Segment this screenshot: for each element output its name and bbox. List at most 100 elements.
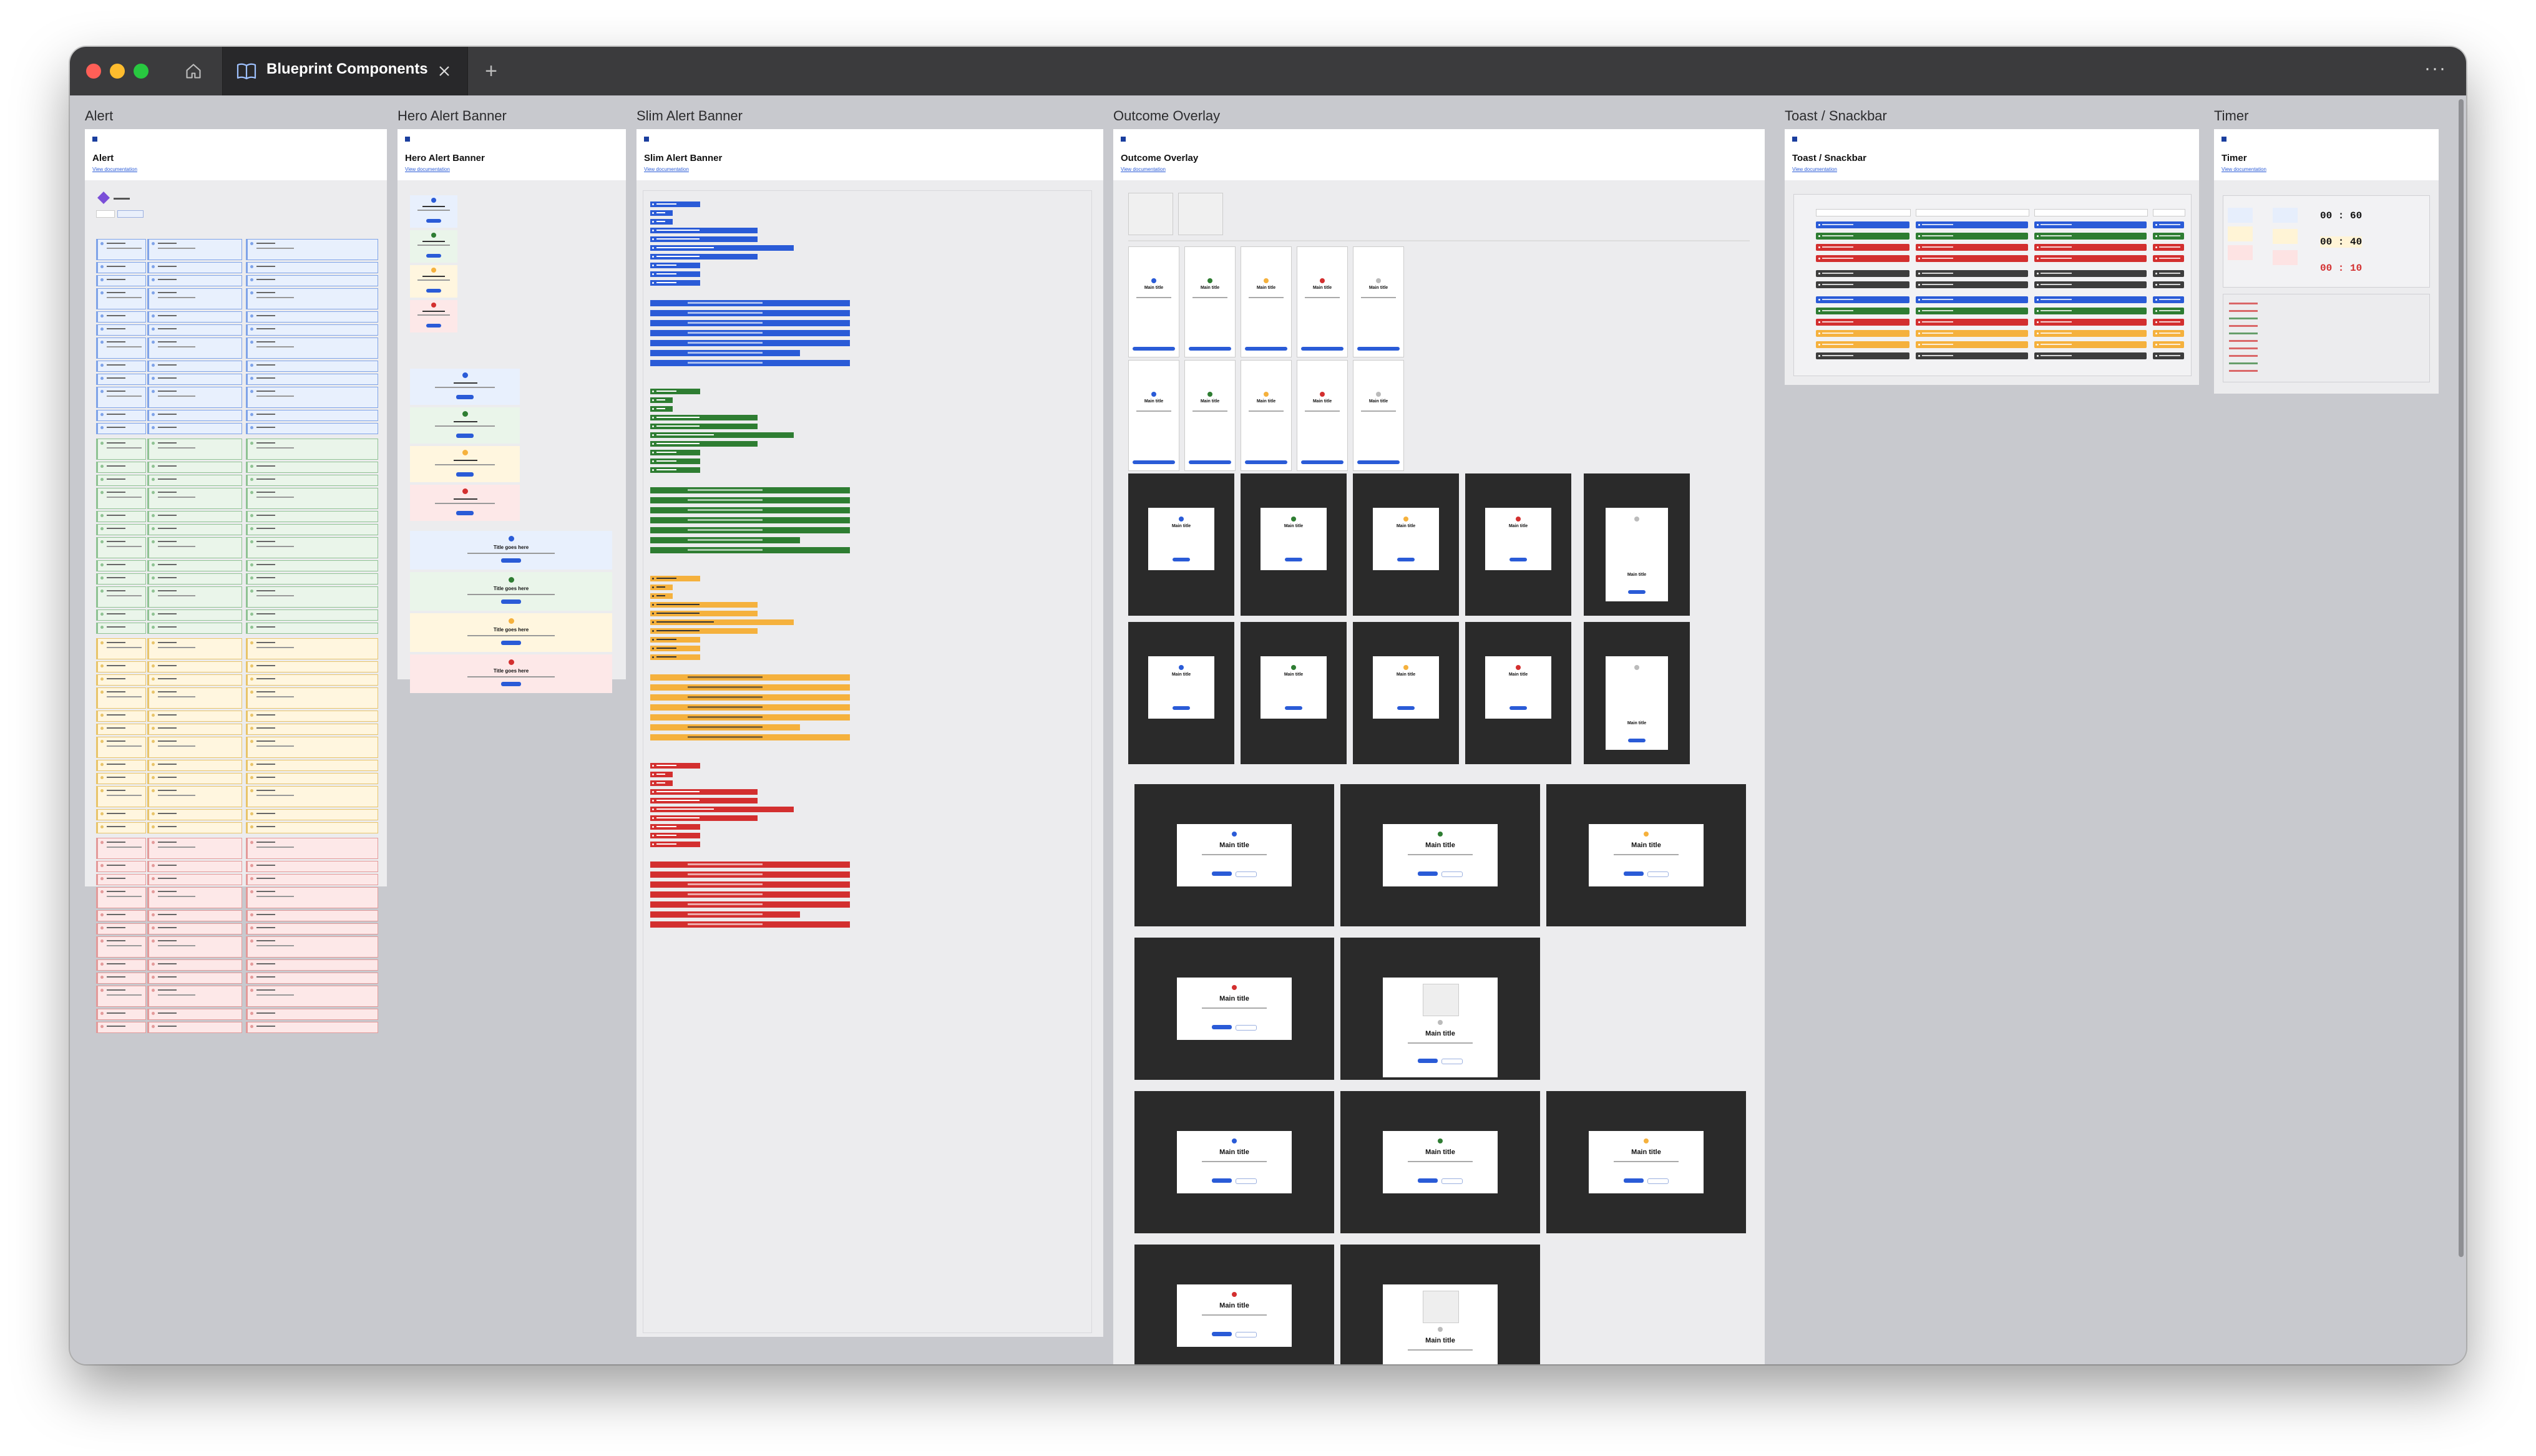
- alert-status-icon: [250, 576, 253, 580]
- frame-label-hero: Hero Alert Banner: [397, 108, 507, 124]
- alert-text-line: [158, 266, 177, 267]
- alert-text-line: [107, 364, 125, 366]
- alert-example: [96, 462, 146, 473]
- vertical-scrollbar[interactable]: [2459, 99, 2464, 1257]
- overlay-desktop-preview: Main title: [1340, 1245, 1540, 1364]
- doc-link[interactable]: View documentation: [405, 167, 450, 172]
- alert-example: [147, 986, 242, 1007]
- frame-timer[interactable]: Timer View documentation 00 : 60 00 : 40…: [2214, 129, 2439, 394]
- slim-banner: [650, 772, 673, 777]
- toast-text-line: [1822, 355, 1853, 356]
- timer-spec-line: [2229, 370, 2258, 372]
- variant-chip[interactable]: [117, 210, 144, 218]
- design-canvas[interactable]: Alert Alert View documentation Hero Aler…: [70, 95, 2466, 1364]
- status-icon: [1644, 1138, 1649, 1143]
- frame-hero-alert-banner[interactable]: Hero Alert Banner View documentation Tit…: [397, 129, 626, 693]
- new-tab-button[interactable]: +: [479, 59, 504, 84]
- hero-banner-medium: [410, 407, 520, 444]
- frame-title: Hero Alert Banner: [405, 153, 485, 163]
- minimize-window-button[interactable]: [110, 64, 125, 79]
- toast-icon: [1918, 284, 1920, 286]
- more-menu-button[interactable]: ···: [2419, 59, 2452, 84]
- alert-status-icon: [250, 740, 253, 743]
- alert-text-line: [107, 341, 125, 342]
- banner-icon: [652, 843, 654, 845]
- alert-example: [96, 838, 146, 859]
- frame-title: Outcome Overlay: [1121, 153, 1199, 163]
- toast-example: [2153, 244, 2184, 251]
- banner-text-line: [656, 273, 676, 274]
- home-button[interactable]: [179, 57, 208, 85]
- slim-banner: [650, 684, 850, 691]
- alert-text-line: [158, 865, 177, 866]
- doc-link[interactable]: View documentation: [2221, 167, 2266, 172]
- overlay-desktop-preview: Main title: [1546, 784, 1746, 926]
- alert-status-icon: [152, 527, 155, 530]
- toast-icon: [1918, 355, 1920, 357]
- alert-text-line: [256, 447, 294, 449]
- alert-text-line: [256, 1026, 275, 1027]
- alert-status-icon: [100, 390, 104, 393]
- alert-status-icon: [100, 426, 104, 429]
- mobile-overlay-preview: Main title: [1184, 246, 1236, 357]
- alert-text-line: [158, 1012, 177, 1014]
- alert-text-line: [107, 497, 142, 498]
- overlay-desktop-preview: Main title: [1134, 784, 1334, 926]
- toast-example: [2034, 255, 2147, 262]
- alert-status-icon: [152, 491, 155, 494]
- alert-status-icon: [100, 926, 104, 929]
- frame-slim-alert-banner[interactable]: Slim Alert Banner View documentation: [636, 129, 1103, 1337]
- banner-icon: [652, 639, 654, 641]
- title-bar: Blueprint Components + ···: [70, 47, 2466, 97]
- alert-text-line: [256, 248, 294, 249]
- banner-icon: [652, 782, 654, 784]
- toast-icon: [1818, 258, 1820, 260]
- slim-banner: [650, 921, 850, 928]
- alert-status-icon: [152, 691, 155, 694]
- body-text-line: [1305, 410, 1340, 412]
- banner-icon: [652, 808, 654, 810]
- variant-chip[interactable]: [96, 210, 115, 218]
- main-title: Main title: [1396, 524, 1416, 528]
- toast-example: [1916, 244, 2028, 251]
- frame-outcome-overlay[interactable]: Outcome Overlay View documentation Main …: [1113, 129, 1765, 1364]
- slim-banner: [650, 360, 850, 366]
- zoom-window-button[interactable]: [134, 64, 149, 79]
- timer-chip: [2273, 229, 2298, 244]
- alert-status-icon: [100, 364, 104, 367]
- tab-blueprint-components[interactable]: Blueprint Components: [222, 47, 468, 95]
- toast-text-line: [1822, 299, 1853, 300]
- toast-example: [2153, 341, 2184, 348]
- alert-text-line: [107, 590, 125, 591]
- alert-text-line: [158, 727, 177, 729]
- banner-icon: [652, 212, 654, 214]
- alert-text-line: [107, 745, 142, 747]
- doc-link[interactable]: View documentation: [644, 167, 689, 172]
- frame-alert[interactable]: Alert View documentation: [85, 129, 387, 1033]
- alert-text-line: [256, 315, 275, 316]
- doc-link[interactable]: View documentation: [92, 167, 137, 172]
- banner-button: [456, 434, 474, 438]
- overlay-dark-preview: Main title: [1465, 622, 1571, 764]
- close-tab-button[interactable]: [434, 61, 455, 82]
- slim-banner: [650, 497, 850, 503]
- toast-example: [2153, 352, 2184, 359]
- overlay-desktop-preview: Main title: [1546, 1091, 1746, 1233]
- alert-text-line: [158, 678, 177, 679]
- alert-text-line: [158, 546, 195, 547]
- doc-link[interactable]: View documentation: [1121, 167, 1166, 172]
- toast-icon: [1818, 284, 1820, 286]
- status-icon: [1516, 665, 1521, 670]
- main-title: Main title: [1368, 399, 1388, 404]
- alert-status-icon: [100, 939, 104, 943]
- timer-spec-line: [2229, 355, 2258, 357]
- doc-link[interactable]: View documentation: [1792, 167, 1837, 172]
- secondary-button: [1236, 1178, 1257, 1184]
- alert-text-line: [107, 243, 125, 244]
- alert-status-icon: [100, 841, 104, 844]
- close-window-button[interactable]: [86, 64, 101, 79]
- toast-text-line: [2041, 355, 2072, 356]
- frame-toast-snackbar[interactable]: Toast / Snackbar View documentation: [1785, 129, 2199, 385]
- banner-text-line: [688, 352, 763, 354]
- banner-button: [501, 599, 521, 604]
